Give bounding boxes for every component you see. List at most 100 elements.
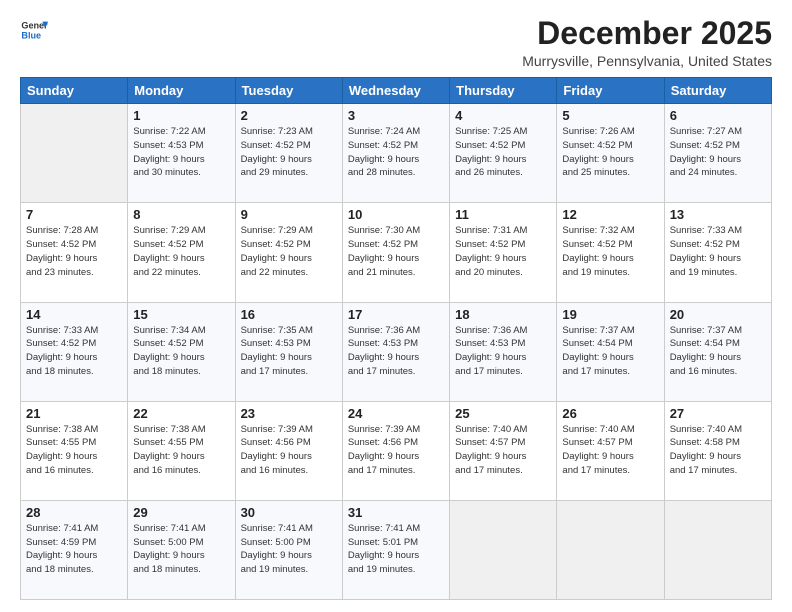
calendar-cell: 30Sunrise: 7:41 AM Sunset: 5:00 PM Dayli…: [235, 500, 342, 599]
calendar-header: SundayMondayTuesdayWednesdayThursdayFrid…: [21, 78, 772, 104]
calendar-cell: 20 Sunrise: 7:37 AM Sunset: 4:54 PM Dayli…: [664, 302, 771, 401]
day-number: 30: [241, 505, 337, 520]
calendar-cell: 8 Sunrise: 7:29 AM Sunset: 4:52 PM Daylig…: [128, 203, 235, 302]
day-number: 24: [348, 406, 444, 421]
day-info: Sunrise: 7:32 AM Sunset: 4:52 PM Dayligh…: [562, 224, 658, 279]
day-info: Sunrise: 7:23 AM Sunset: 4:52 PM Dayligh…: [241, 125, 337, 180]
day-number: 5: [562, 108, 658, 123]
day-number: 6: [670, 108, 766, 123]
day-info: Sunrise: 7:41 AM Sunset: 5:01 PM Dayligh…: [348, 522, 444, 577]
calendar-cell: [450, 500, 557, 599]
day-info: Sunrise: 7:27 AM Sunset: 4:52 PM Dayligh…: [670, 125, 766, 180]
calendar-cell: 6 Sunrise: 7:27 AM Sunset: 4:52 PM Daylig…: [664, 104, 771, 203]
calendar-cell: 7 Sunrise: 7:28 AM Sunset: 4:52 PM Daylig…: [21, 203, 128, 302]
calendar-cell: 17Sunrise: 7:36 AM Sunset: 4:53 PM Dayli…: [342, 302, 449, 401]
day-number: 18: [455, 307, 551, 322]
day-info: Sunrise: 7:29 AM Sunset: 4:52 PM Dayligh…: [241, 224, 337, 279]
day-info: Sunrise: 7:38 AM Sunset: 4:55 PM Dayligh…: [133, 423, 229, 478]
main-title: December 2025: [522, 16, 772, 51]
day-number: 13: [670, 207, 766, 222]
week-row: 21 Sunrise: 7:38 AM Sunset: 4:55 PM Dayli…: [21, 401, 772, 500]
day-info: Sunrise: 7:38 AM Sunset: 4:55 PM Dayligh…: [26, 423, 122, 478]
day-info: Sunrise: 7:37 AM Sunset: 4:54 PM Dayligh…: [670, 324, 766, 379]
day-number: 19: [562, 307, 658, 322]
day-info: Sunrise: 7:28 AM Sunset: 4:52 PM Dayligh…: [26, 224, 122, 279]
calendar-cell: 22 Sunrise: 7:38 AM Sunset: 4:55 PM Dayli…: [128, 401, 235, 500]
calendar-cell: 23Sunrise: 7:39 AM Sunset: 4:56 PM Dayli…: [235, 401, 342, 500]
calendar-cell: 31Sunrise: 7:41 AM Sunset: 5:01 PM Dayli…: [342, 500, 449, 599]
calendar-table: SundayMondayTuesdayWednesdayThursdayFrid…: [20, 77, 772, 600]
calendar-cell: 28Sunrise: 7:41 AM Sunset: 4:59 PM Dayli…: [21, 500, 128, 599]
day-number: 23: [241, 406, 337, 421]
week-row: 1Sunrise: 7:22 AM Sunset: 4:53 PM Daylig…: [21, 104, 772, 203]
calendar-cell: [557, 500, 664, 599]
calendar-cell: 5 Sunrise: 7:26 AM Sunset: 4:52 PM Daylig…: [557, 104, 664, 203]
day-number: 22: [133, 406, 229, 421]
day-number: 15: [133, 307, 229, 322]
calendar-cell: [664, 500, 771, 599]
day-number: 28: [26, 505, 122, 520]
header-cell-saturday: Saturday: [664, 78, 771, 104]
day-number: 14: [26, 307, 122, 322]
day-number: 21: [26, 406, 122, 421]
day-number: 8: [133, 207, 229, 222]
calendar-cell: 3 Sunrise: 7:24 AM Sunset: 4:52 PM Daylig…: [342, 104, 449, 203]
calendar-cell: 27 Sunrise: 7:40 AM Sunset: 4:58 PM Dayli…: [664, 401, 771, 500]
calendar-cell: 24 Sunrise: 7:39 AM Sunset: 4:56 PM Dayli…: [342, 401, 449, 500]
day-number: 9: [241, 207, 337, 222]
calendar-cell: 9 Sunrise: 7:29 AM Sunset: 4:52 PM Daylig…: [235, 203, 342, 302]
header-row: SundayMondayTuesdayWednesdayThursdayFrid…: [21, 78, 772, 104]
calendar-cell: 14 Sunrise: 7:33 AM Sunset: 4:52 PM Dayli…: [21, 302, 128, 401]
day-info: Sunrise: 7:40 AM Sunset: 4:58 PM Dayligh…: [670, 423, 766, 478]
day-number: 26: [562, 406, 658, 421]
header-cell-tuesday: Tuesday: [235, 78, 342, 104]
day-info: Sunrise: 7:33 AM Sunset: 4:52 PM Dayligh…: [26, 324, 122, 379]
calendar-cell: 10Sunrise: 7:30 AM Sunset: 4:52 PM Dayli…: [342, 203, 449, 302]
day-info: Sunrise: 7:24 AM Sunset: 4:52 PM Dayligh…: [348, 125, 444, 180]
calendar-cell: 26 Sunrise: 7:40 AM Sunset: 4:57 PM Dayli…: [557, 401, 664, 500]
header-cell-sunday: Sunday: [21, 78, 128, 104]
day-number: 7: [26, 207, 122, 222]
calendar-cell: 12 Sunrise: 7:32 AM Sunset: 4:52 PM Dayli…: [557, 203, 664, 302]
day-info: Sunrise: 7:25 AM Sunset: 4:52 PM Dayligh…: [455, 125, 551, 180]
day-info: Sunrise: 7:41 AM Sunset: 5:00 PM Dayligh…: [133, 522, 229, 577]
calendar-cell: 4 Sunrise: 7:25 AM Sunset: 4:52 PM Daylig…: [450, 104, 557, 203]
day-info: Sunrise: 7:30 AM Sunset: 4:52 PM Dayligh…: [348, 224, 444, 279]
calendar-cell: 29 Sunrise: 7:41 AM Sunset: 5:00 PM Dayli…: [128, 500, 235, 599]
week-row: 7 Sunrise: 7:28 AM Sunset: 4:52 PM Daylig…: [21, 203, 772, 302]
svg-text:Blue: Blue: [21, 30, 41, 40]
calendar-cell: 15 Sunrise: 7:34 AM Sunset: 4:52 PM Dayli…: [128, 302, 235, 401]
calendar-cell: 18 Sunrise: 7:36 AM Sunset: 4:53 PM Dayli…: [450, 302, 557, 401]
page: General Blue December 2025 Murrysville, …: [0, 0, 792, 612]
day-info: Sunrise: 7:36 AM Sunset: 4:53 PM Dayligh…: [348, 324, 444, 379]
day-info: Sunrise: 7:29 AM Sunset: 4:52 PM Dayligh…: [133, 224, 229, 279]
day-info: Sunrise: 7:34 AM Sunset: 4:52 PM Dayligh…: [133, 324, 229, 379]
header: General Blue December 2025 Murrysville, …: [20, 16, 772, 69]
day-info: Sunrise: 7:39 AM Sunset: 4:56 PM Dayligh…: [348, 423, 444, 478]
day-number: 25: [455, 406, 551, 421]
day-number: 29: [133, 505, 229, 520]
day-number: 27: [670, 406, 766, 421]
day-number: 1: [133, 108, 229, 123]
day-info: Sunrise: 7:36 AM Sunset: 4:53 PM Dayligh…: [455, 324, 551, 379]
day-info: Sunrise: 7:31 AM Sunset: 4:52 PM Dayligh…: [455, 224, 551, 279]
calendar-cell: 2 Sunrise: 7:23 AM Sunset: 4:52 PM Daylig…: [235, 104, 342, 203]
subtitle: Murrysville, Pennsylvania, United States: [522, 53, 772, 69]
day-number: 4: [455, 108, 551, 123]
day-info: Sunrise: 7:26 AM Sunset: 4:52 PM Dayligh…: [562, 125, 658, 180]
week-row: 28Sunrise: 7:41 AM Sunset: 4:59 PM Dayli…: [21, 500, 772, 599]
header-cell-wednesday: Wednesday: [342, 78, 449, 104]
calendar-cell: 16Sunrise: 7:35 AM Sunset: 4:53 PM Dayli…: [235, 302, 342, 401]
calendar-cell: 1Sunrise: 7:22 AM Sunset: 4:53 PM Daylig…: [128, 104, 235, 203]
calendar-cell: 11Sunrise: 7:31 AM Sunset: 4:52 PM Dayli…: [450, 203, 557, 302]
day-number: 3: [348, 108, 444, 123]
day-info: Sunrise: 7:40 AM Sunset: 4:57 PM Dayligh…: [455, 423, 551, 478]
header-cell-thursday: Thursday: [450, 78, 557, 104]
day-number: 20: [670, 307, 766, 322]
day-number: 16: [241, 307, 337, 322]
day-info: Sunrise: 7:40 AM Sunset: 4:57 PM Dayligh…: [562, 423, 658, 478]
header-cell-monday: Monday: [128, 78, 235, 104]
day-number: 2: [241, 108, 337, 123]
day-number: 12: [562, 207, 658, 222]
day-info: Sunrise: 7:33 AM Sunset: 4:52 PM Dayligh…: [670, 224, 766, 279]
